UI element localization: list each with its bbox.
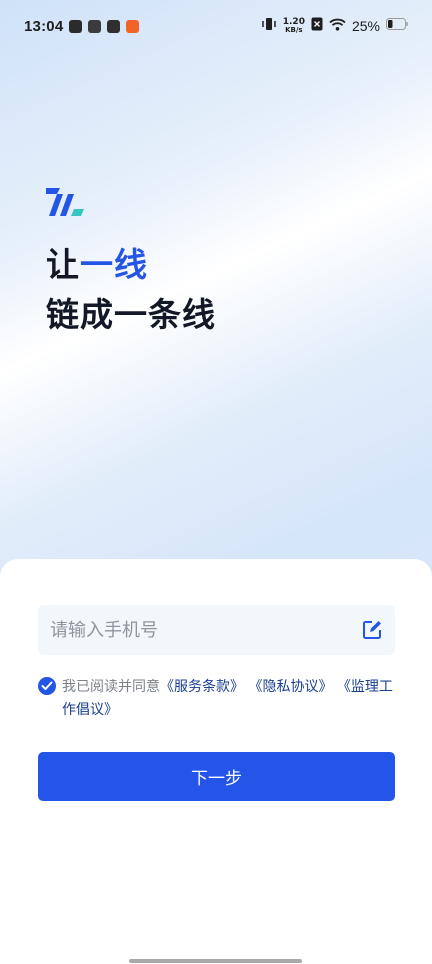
agree-checkbox[interactable]	[38, 677, 56, 695]
network-speed-value: 1.20	[282, 17, 305, 27]
battery-percent: 25%	[351, 18, 380, 34]
network-speed: 1.20 KB/s	[282, 17, 305, 35]
status-bar-left: 13:04	[24, 17, 140, 35]
next-button[interactable]: 下一步	[38, 752, 395, 801]
headline-plain-text: 让	[46, 245, 80, 284]
app-notification-icon	[88, 19, 102, 33]
status-bar-right: 1.20 KB/s 25%	[261, 17, 408, 35]
privacy-link[interactable]: 《隐私协议》	[248, 679, 332, 695]
headline-accent-text: 一线	[80, 245, 148, 284]
app-notification-icon	[107, 19, 121, 33]
phone-input[interactable]	[50, 619, 361, 641]
terms-link[interactable]: 《服务条款》	[160, 679, 244, 695]
headline-line-1: 让一线	[46, 240, 216, 290]
agreement-text: 我已阅读并同意《服务条款》 《隐私协议》 《监理工作倡议》	[38, 676, 398, 722]
home-indicator[interactable]	[129, 959, 302, 963]
phone-field[interactable]	[38, 605, 395, 655]
hero-headline: 让一线 链成一条线	[46, 240, 216, 340]
edit-icon[interactable]	[361, 619, 383, 641]
headline-line-2: 链成一条线	[46, 295, 216, 334]
agreement: 我已阅读并同意《服务条款》 《隐私协议》 《监理工作倡议》	[38, 676, 398, 722]
app-notification-icon	[69, 19, 83, 33]
network-speed-unit: KB/s	[285, 26, 303, 34]
vibrate-icon	[261, 17, 277, 35]
status-bar: 13:04 1.20 KB/s 25%	[0, 0, 432, 52]
sim-off-icon	[311, 17, 323, 35]
status-time: 13:04	[24, 17, 64, 35]
app-notification-icon	[126, 19, 140, 33]
battery-icon	[386, 18, 408, 34]
login-card: 我已阅读并同意《服务条款》 《隐私协议》 《监理工作倡议》 下一步	[0, 559, 432, 964]
brand-logo-icon	[46, 188, 86, 216]
wifi-icon	[329, 18, 346, 35]
agree-prefix: 我已阅读并同意	[62, 679, 160, 695]
